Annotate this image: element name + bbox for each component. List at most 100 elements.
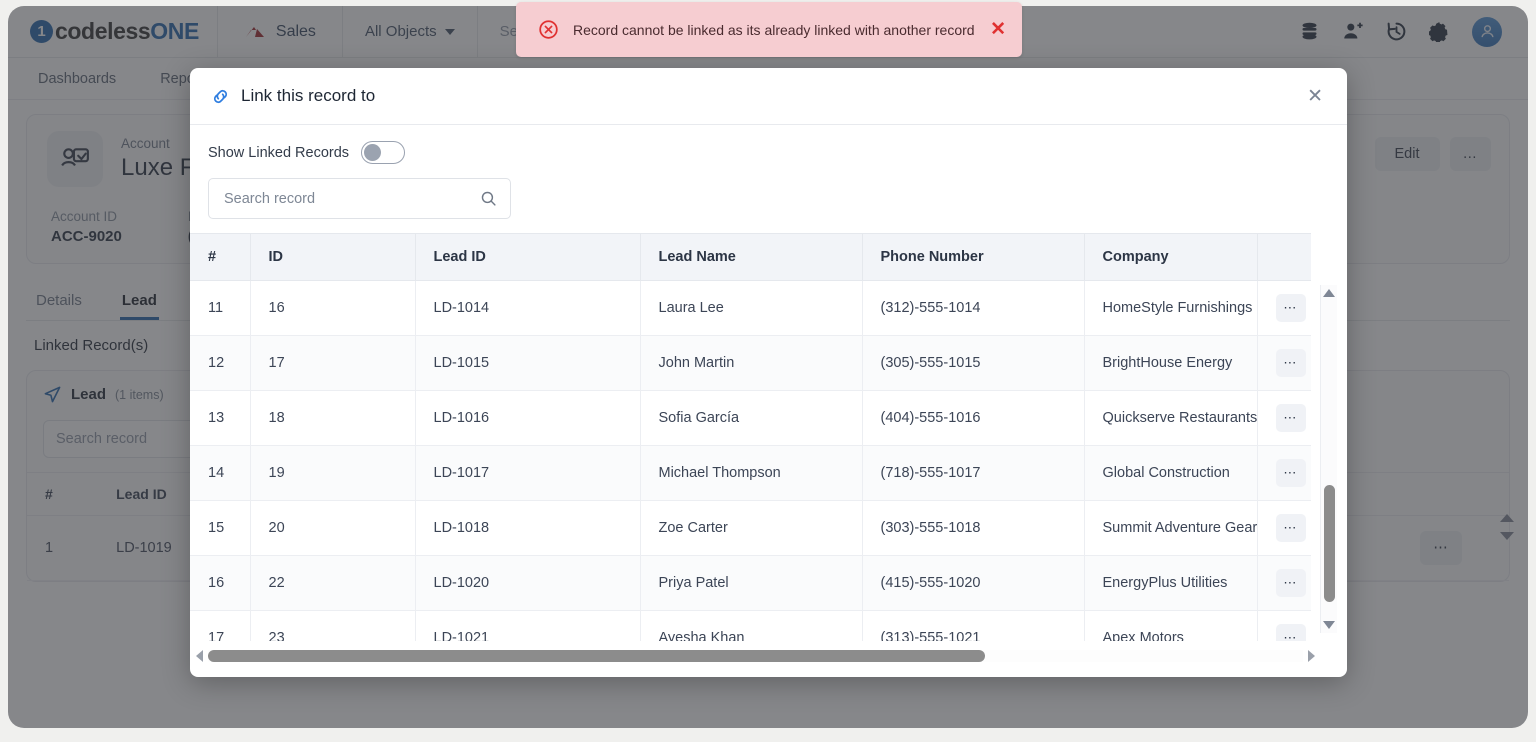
row-more-button[interactable]: ⋯	[1275, 514, 1306, 542]
cell-lead-id: LD-1021	[415, 610, 641, 641]
table-scroll-viewport: # ID Lead ID Lead Name Phone Number Comp…	[190, 233, 1311, 641]
modal-search-wrap	[190, 164, 1347, 219]
cell-id: 19	[250, 445, 416, 501]
vertical-scrollbar[interactable]	[1320, 285, 1337, 633]
horizontal-scrollbar[interactable]	[196, 649, 1315, 663]
app-root: 1 codelessONE Sales All Objects Search	[0, 0, 1536, 742]
search-icon[interactable]	[480, 190, 497, 207]
error-toast: Record cannot be linked as its already l…	[516, 2, 1022, 57]
cell-actions: ⋯	[1257, 335, 1311, 391]
row-more-button[interactable]: ⋯	[1275, 569, 1306, 597]
cell-num: 14	[190, 445, 251, 501]
cell-id: 22	[250, 555, 416, 611]
scroll-up-icon[interactable]	[1323, 289, 1335, 297]
records-table-region: # ID Lead ID Lead Name Phone Number Comp…	[190, 233, 1347, 677]
table-row[interactable]: 15 20 LD-1018 Zoe Carter (303)-555-1018 …	[190, 500, 1311, 556]
cell-phone: (303)-555-1018	[862, 500, 1085, 556]
vertical-scroll-track[interactable]	[1321, 297, 1337, 621]
cell-id: 16	[250, 280, 416, 336]
show-linked-records-toggle[interactable]	[361, 141, 406, 164]
cell-actions: ⋯	[1257, 445, 1311, 501]
row-more-button[interactable]: ⋯	[1275, 404, 1306, 432]
col-lead-name[interactable]: Lead Name	[640, 233, 863, 281]
cell-id: 18	[250, 390, 416, 446]
search-record-box[interactable]	[208, 178, 511, 219]
row-more-button[interactable]: ⋯	[1275, 294, 1306, 322]
cell-lead-name: Priya Patel	[640, 555, 863, 611]
cell-phone: (404)-555-1016	[862, 390, 1085, 446]
cell-num: 12	[190, 335, 251, 391]
cell-actions: ⋯	[1257, 610, 1311, 641]
cell-lead-id: LD-1016	[415, 390, 641, 446]
table-row[interactable]: 13 18 LD-1016 Sofia García (404)-555-101…	[190, 390, 1311, 446]
col-id[interactable]: ID	[250, 233, 416, 281]
cell-actions: ⋯	[1257, 390, 1311, 446]
row-more-button[interactable]: ⋯	[1275, 459, 1306, 487]
cell-id: 20	[250, 500, 416, 556]
show-linked-records-row: Show Linked Records	[190, 125, 1347, 164]
cell-company: Quickserve Restaurants	[1084, 390, 1258, 446]
cell-company: Apex Motors	[1084, 610, 1258, 641]
records-table: # ID Lead ID Lead Name Phone Number Comp…	[190, 233, 1311, 641]
scroll-down-icon[interactable]	[1323, 621, 1335, 629]
toast-close-button[interactable]: ✕	[990, 18, 1006, 41]
cell-num: 16	[190, 555, 251, 611]
row-more-button[interactable]: ⋯	[1275, 624, 1306, 641]
records-table-body: 11 16 LD-1014 Laura Lee (312)-555-1014 H…	[190, 280, 1311, 641]
link-record-modal: Link this record to ✕ Show Linked Record…	[190, 68, 1347, 677]
cell-company: Summit Adventure Gear	[1084, 500, 1258, 556]
cell-lead-id: LD-1017	[415, 445, 641, 501]
scroll-right-icon[interactable]	[1308, 650, 1315, 662]
cell-phone: (312)-555-1014	[862, 280, 1085, 336]
cell-phone: (415)-555-1020	[862, 555, 1085, 611]
table-row[interactable]: 16 22 LD-1020 Priya Patel (415)-555-1020…	[190, 555, 1311, 611]
link-icon	[213, 89, 228, 103]
cell-num: 15	[190, 500, 251, 556]
cell-num: 17	[190, 610, 251, 641]
cell-lead-name: Michael Thompson	[640, 445, 863, 501]
cell-lead-name: Sofia García	[640, 390, 863, 446]
cell-company: Global Construction	[1084, 445, 1258, 501]
cell-actions: ⋯	[1257, 280, 1311, 336]
row-more-button[interactable]: ⋯	[1275, 349, 1306, 377]
modal-close-button[interactable]: ✕	[1307, 85, 1323, 108]
cell-phone: (305)-555-1015	[862, 335, 1085, 391]
modal-title: Link this record to	[241, 86, 376, 105]
table-header-row: # ID Lead ID Lead Name Phone Number Comp…	[190, 233, 1311, 281]
cell-company: HomeStyle Furnishings	[1084, 280, 1258, 336]
show-linked-records-label: Show Linked Records	[208, 144, 350, 161]
toggle-knob	[364, 144, 382, 161]
cell-lead-name: Zoe Carter	[640, 500, 863, 556]
cell-lead-id: LD-1018	[415, 500, 641, 556]
table-row[interactable]: 12 17 LD-1015 John Martin (305)-555-1015…	[190, 335, 1311, 391]
col-company[interactable]: Company	[1084, 233, 1258, 281]
col-phone-number[interactable]: Phone Number	[862, 233, 1085, 281]
error-circle-icon	[539, 20, 558, 39]
cell-lead-id: LD-1014	[415, 280, 641, 336]
vertical-scroll-thumb[interactable]	[1324, 484, 1335, 602]
table-row[interactable]: 17 23 LD-1021 Ayesha Khan (313)-555-1021…	[190, 610, 1311, 641]
cell-company: EnergyPlus Utilities	[1084, 555, 1258, 611]
cell-phone: (718)-555-1017	[862, 445, 1085, 501]
cell-id: 23	[250, 610, 416, 641]
cell-num: 11	[190, 280, 251, 336]
search-input[interactable]	[224, 190, 480, 207]
horizontal-scroll-thumb[interactable]	[208, 650, 986, 662]
cell-lead-id: LD-1015	[415, 335, 641, 391]
cell-actions: ⋯	[1257, 555, 1311, 611]
col-num[interactable]: #	[190, 233, 251, 281]
cell-actions: ⋯	[1257, 500, 1311, 556]
col-lead-id[interactable]: Lead ID	[415, 233, 641, 281]
error-toast-message: Record cannot be linked as its already l…	[573, 21, 975, 38]
horizontal-scroll-track[interactable]	[208, 650, 1303, 662]
cell-company: BrightHouse Energy	[1084, 335, 1258, 391]
scroll-left-icon[interactable]	[196, 650, 203, 662]
cell-num: 13	[190, 390, 251, 446]
modal-header: Link this record to ✕	[190, 68, 1347, 125]
table-row[interactable]: 14 19 LD-1017 Michael Thompson (718)-555…	[190, 445, 1311, 501]
col-row-actions	[1257, 233, 1311, 281]
cell-lead-name: John Martin	[640, 335, 863, 391]
cell-lead-name: Laura Lee	[640, 280, 863, 336]
table-row[interactable]: 11 16 LD-1014 Laura Lee (312)-555-1014 H…	[190, 280, 1311, 336]
cell-lead-name: Ayesha Khan	[640, 610, 863, 641]
